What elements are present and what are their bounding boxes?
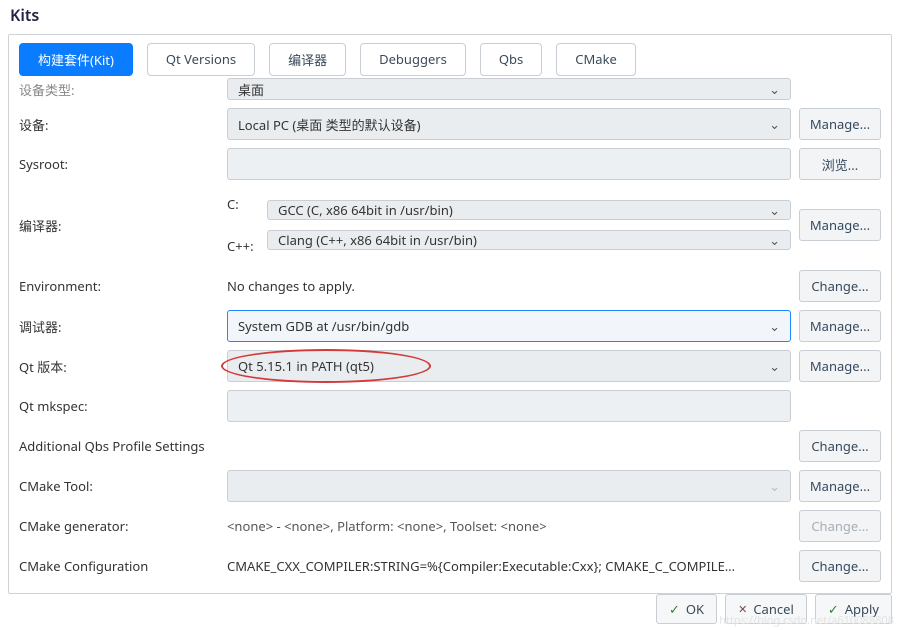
apply-label: Apply xyxy=(845,600,879,618)
chevron-down-icon: ⌄ xyxy=(769,477,780,495)
select-cxx-compiler[interactable]: Clang (C++, x86 64bit in /usr/bin) ⌄ xyxy=(267,230,791,250)
change-cmake-generator-button: Change... xyxy=(799,510,881,542)
chevron-down-icon: ⌄ xyxy=(769,80,780,98)
value-debugger: System GDB at /usr/bin/gdb xyxy=(238,317,409,335)
value-qt-version: Qt 5.15.1 in PATH (qt5) xyxy=(238,357,374,375)
select-device[interactable]: Local PC (桌面 类型的默认设备) ⌄ xyxy=(227,108,791,140)
kits-panel: 构建套件(Kit) Qt Versions 编译器 Debuggers Qbs … xyxy=(8,34,892,594)
label-cxx: C++: xyxy=(227,230,267,262)
label-cmake-tool: CMake Tool: xyxy=(19,477,219,495)
value-cxx-compiler: Clang (C++, x86 64bit in /usr/bin) xyxy=(278,231,477,249)
label-environment: Environment: xyxy=(19,277,219,295)
input-sysroot[interactable] xyxy=(227,148,791,180)
label-qbs-profile: Additional Qbs Profile Settings xyxy=(19,437,791,455)
browse-sysroot-button[interactable]: 浏览... xyxy=(799,148,881,180)
chevron-down-icon: ⌄ xyxy=(769,317,780,335)
tab-qt-versions[interactable]: Qt Versions xyxy=(147,43,255,76)
dialog-footer: ✓ OK ✕ Cancel ✓ Apply xyxy=(656,594,892,624)
manage-compiler-button[interactable]: Manage... xyxy=(799,209,881,241)
select-qt-version[interactable]: Qt 5.15.1 in PATH (qt5) ⌄ xyxy=(227,350,791,382)
label-device: 设备: xyxy=(19,115,219,134)
tab-debuggers[interactable]: Debuggers xyxy=(360,43,466,76)
form: 设备类型: 桌面 ⌄ 设备: Local PC (桌面 类型的默认设备) ⌄ M… xyxy=(19,78,881,582)
check-icon: ✓ xyxy=(828,600,839,618)
manage-cmake-tool-button[interactable]: Manage... xyxy=(799,470,881,502)
tab-cmake[interactable]: CMake xyxy=(556,43,636,76)
value-c-compiler: GCC (C, x86 64bit in /usr/bin) xyxy=(278,201,453,219)
input-mkspec[interactable] xyxy=(227,390,791,422)
label-c: C: xyxy=(227,188,267,220)
chevron-down-icon: ⌄ xyxy=(769,115,780,133)
label-debugger: 调试器: xyxy=(19,317,219,336)
cancel-button[interactable]: ✕ Cancel xyxy=(725,594,807,624)
cross-icon: ✕ xyxy=(738,602,747,617)
value-device-type: 桌面 xyxy=(238,80,264,99)
select-device-type[interactable]: 桌面 ⌄ xyxy=(227,78,791,100)
check-icon: ✓ xyxy=(669,600,680,618)
label-device-type: 设备类型: xyxy=(19,80,219,99)
value-cmake-generator: <none> - <none>, Platform: <none>, Tools… xyxy=(227,510,791,542)
label-sysroot: Sysroot: xyxy=(19,155,219,173)
label-cmake-generator: CMake generator: xyxy=(19,517,219,535)
tab-kits[interactable]: 构建套件(Kit) xyxy=(19,43,133,76)
value-cmake-config: CMAKE_CXX_COMPILER:STRING=%{Compiler:Exe… xyxy=(227,550,791,582)
change-environment-button[interactable]: Change... xyxy=(799,270,881,302)
change-qbs-button[interactable]: Change... xyxy=(799,430,881,462)
select-cmake-tool[interactable]: ⌄ xyxy=(227,470,791,502)
manage-debugger-button[interactable]: Manage... xyxy=(799,310,881,342)
tabs: 构建套件(Kit) Qt Versions 编译器 Debuggers Qbs … xyxy=(19,43,881,76)
select-c-compiler[interactable]: GCC (C, x86 64bit in /usr/bin) ⌄ xyxy=(267,200,791,220)
chevron-down-icon: ⌄ xyxy=(769,231,780,249)
tab-compilers[interactable]: 编译器 xyxy=(269,43,346,76)
ok-label: OK xyxy=(686,600,704,618)
label-mkspec: Qt mkspec: xyxy=(19,397,219,415)
manage-device-button[interactable]: Manage... xyxy=(799,108,881,140)
ok-button[interactable]: ✓ OK xyxy=(656,594,717,624)
change-cmake-config-button[interactable]: Change... xyxy=(799,550,881,582)
tab-qbs[interactable]: Qbs xyxy=(480,43,542,76)
label-compiler: 编译器: xyxy=(19,188,219,262)
apply-button[interactable]: ✓ Apply xyxy=(815,594,892,624)
manage-qt-version-button[interactable]: Manage... xyxy=(799,350,881,382)
page-title: Kits xyxy=(0,0,900,34)
value-environment: No changes to apply. xyxy=(227,270,791,302)
chevron-down-icon: ⌄ xyxy=(769,357,780,375)
chevron-down-icon: ⌄ xyxy=(769,201,780,219)
label-qt-version: Qt 版本: xyxy=(19,357,219,376)
label-cmake-config: CMake Configuration xyxy=(19,557,219,575)
value-device: Local PC (桌面 类型的默认设备) xyxy=(238,115,421,134)
cancel-label: Cancel xyxy=(753,600,793,618)
select-debugger[interactable]: System GDB at /usr/bin/gdb ⌄ xyxy=(227,310,791,342)
